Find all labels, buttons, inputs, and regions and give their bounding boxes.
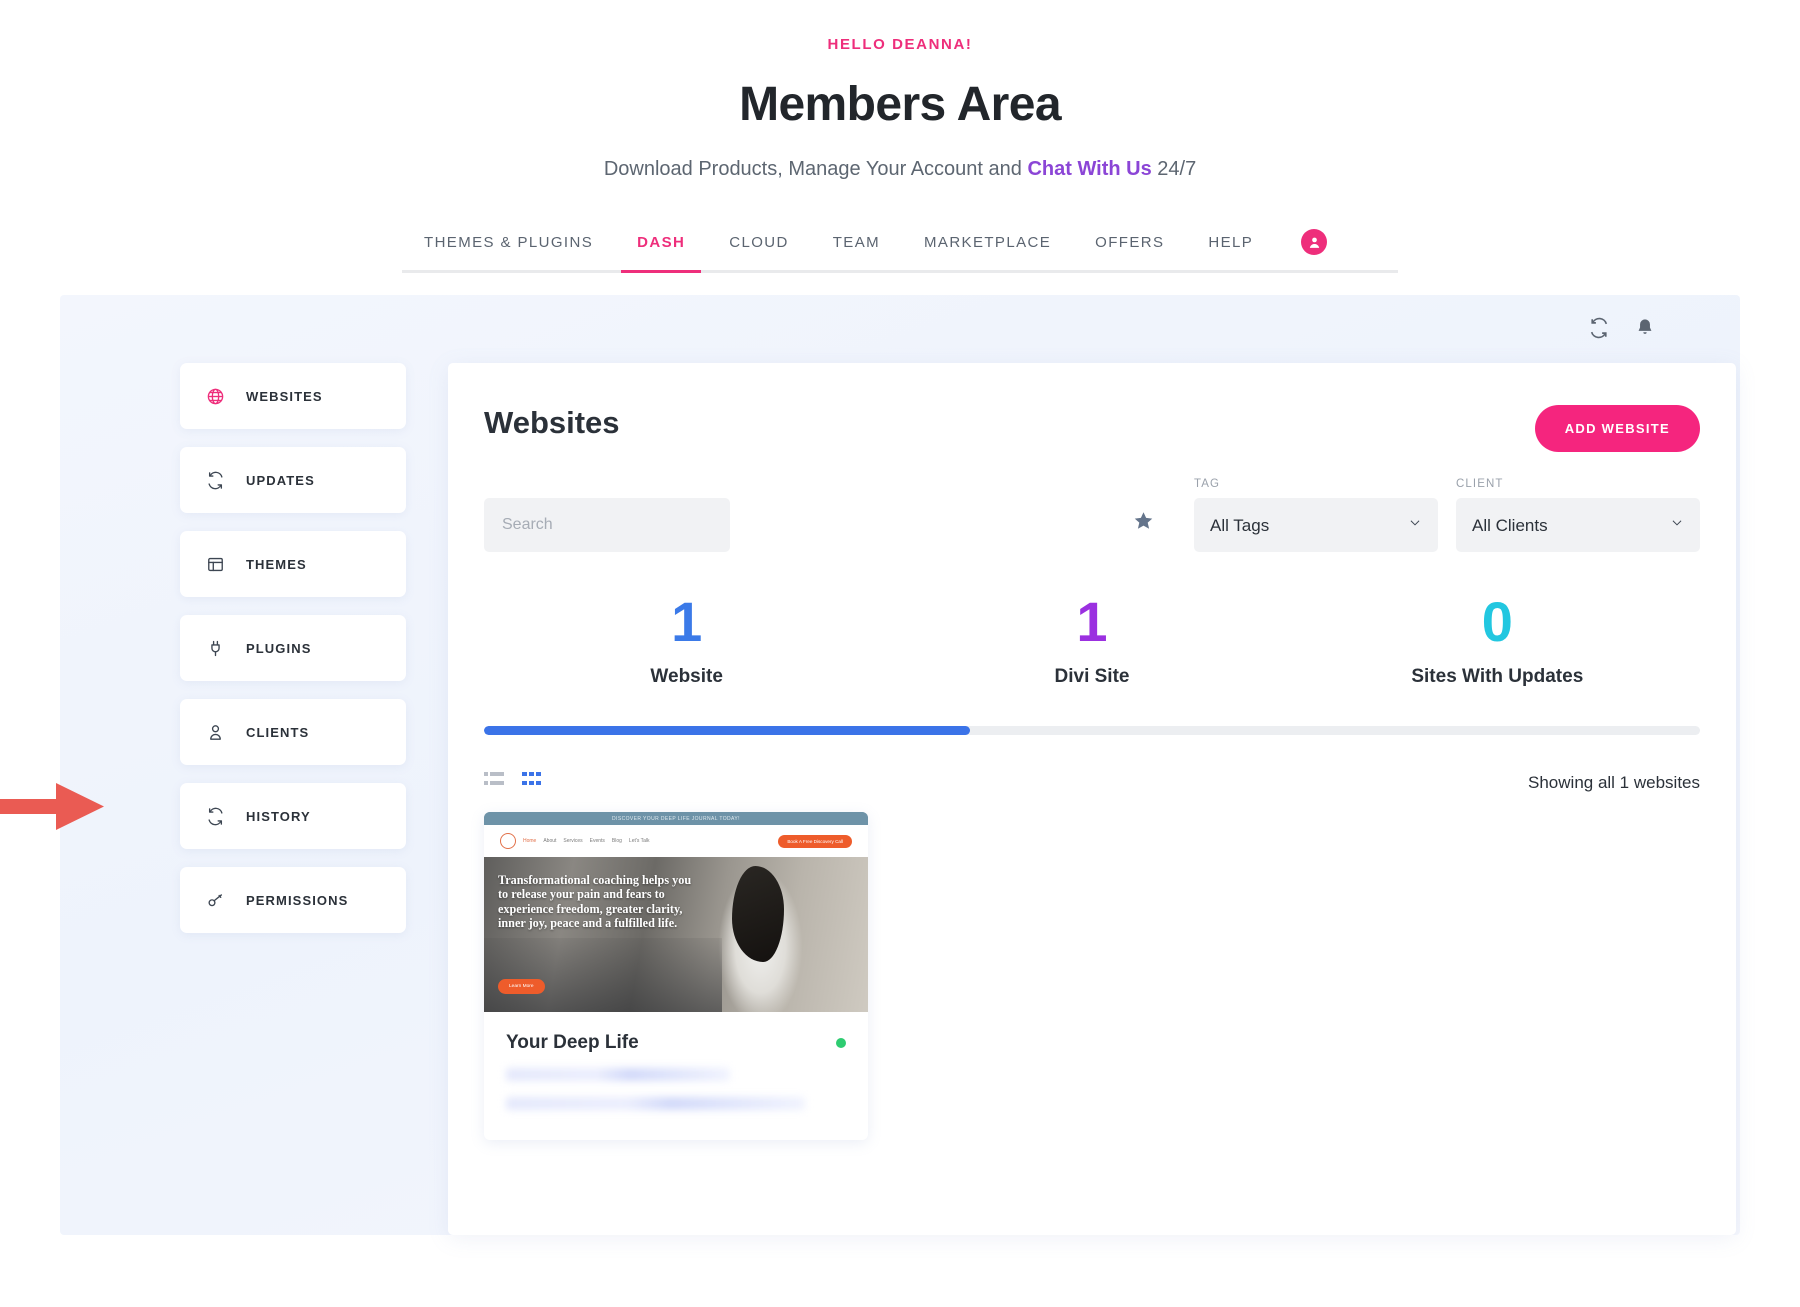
sidebar-item-label: UPDATES	[246, 473, 315, 488]
subtitle-suffix: 24/7	[1152, 158, 1196, 180]
view-toggle-group	[484, 771, 544, 794]
main-navigation: THEMES & PLUGINS DASH CLOUD TEAM MARKETP…	[402, 229, 1398, 273]
website-meta-blurred	[506, 1068, 730, 1081]
red-arrow-icon	[0, 770, 108, 847]
thumbnail-logo-icon	[500, 833, 516, 849]
thumbnail-navbar: Home About Services Events Blog Let's Ta…	[484, 825, 868, 857]
window-icon	[202, 555, 228, 574]
tag-filter-label: TAG	[1194, 478, 1438, 490]
list-controls: Showing all 1 websites	[484, 771, 1700, 794]
stat-label: Website	[484, 666, 889, 688]
dashboard-toolbar	[1588, 317, 1656, 344]
website-name: Your Deep Life	[506, 1032, 639, 1054]
subtitle-prefix: Download Products, Manage Your Account a…	[604, 158, 1028, 180]
sidebar-item-themes[interactable]: THEMES	[180, 531, 406, 597]
websites-panel: Websites ADD WEBSITE TAG All Tags	[448, 363, 1736, 1235]
user-icon	[202, 723, 228, 742]
client-filter-label: CLIENT	[1456, 478, 1700, 490]
greeting-text: HELLO DEANNA!	[0, 36, 1800, 53]
showing-count-text: Showing all 1 websites	[1528, 773, 1700, 793]
nav-divider	[402, 270, 1398, 273]
thumbnail-person-figure	[732, 866, 784, 962]
sidebar-item-updates[interactable]: UPDATES	[180, 447, 406, 513]
thumbnail-nav-link: Blog	[612, 838, 622, 844]
website-card-body: Your Deep Life	[484, 1012, 868, 1140]
thumbnail-headline: Transformational coaching helps you to r…	[498, 873, 698, 930]
stat-divi-sites: 1 Divi Site	[889, 594, 1294, 688]
refresh-icon	[202, 807, 228, 826]
user-circle-icon[interactable]	[1301, 229, 1327, 255]
refresh-icon	[202, 471, 228, 490]
dashboard-app: WEBSITES UPDATES THEMES PLUGINS CLIENTS	[60, 295, 1740, 1235]
nav-active-indicator	[621, 270, 701, 273]
plug-icon	[202, 639, 228, 658]
website-card[interactable]: DISCOVER YOUR DEEP LIFE JOURNAL TODAY! H…	[484, 812, 868, 1140]
thumbnail-nav-link: Events	[590, 838, 605, 844]
tab-marketplace[interactable]: MARKETPLACE	[902, 234, 1073, 251]
add-website-button[interactable]: ADD WEBSITE	[1535, 405, 1700, 452]
thumbnail-announcement-text: DISCOVER YOUR DEEP LIFE JOURNAL TODAY!	[612, 816, 740, 822]
stats-row: 1 Website 1 Divi Site 0 Sites With Updat…	[484, 594, 1700, 688]
stat-websites: 1 Website	[484, 594, 889, 688]
search-input[interactable]	[484, 498, 730, 552]
website-url-blurred	[506, 1097, 805, 1110]
grid-view-icon[interactable]	[522, 771, 544, 794]
stat-sites-with-updates: 0 Sites With Updates	[1295, 594, 1700, 688]
websites-grid: DISCOVER YOUR DEEP LIFE JOURNAL TODAY! H…	[484, 812, 1700, 1140]
tag-filter: TAG All Tags	[1194, 478, 1438, 552]
stat-label: Sites With Updates	[1295, 666, 1700, 688]
thumbnail-nav-link: Home	[523, 838, 536, 844]
stat-value: 1	[889, 594, 1294, 650]
panel-title: Websites	[484, 405, 620, 441]
sidebar-item-permissions[interactable]: PERMISSIONS	[180, 867, 406, 933]
client-filter: CLIENT All Clients	[1456, 478, 1700, 552]
page-subtitle: Download Products, Manage Your Account a…	[0, 158, 1800, 181]
sidebar-item-label: HISTORY	[246, 809, 311, 824]
sidebar-item-label: THEMES	[246, 557, 307, 572]
tab-themes-plugins[interactable]: THEMES & PLUGINS	[402, 234, 615, 251]
thumbnail-hero: Transformational coaching helps you to r…	[484, 857, 868, 1012]
tab-team[interactable]: TEAM	[811, 234, 902, 251]
sidebar-item-label: PLUGINS	[246, 641, 311, 656]
sidebar-item-clients[interactable]: CLIENTS	[180, 699, 406, 765]
tab-help[interactable]: HELP	[1186, 234, 1275, 251]
globe-icon	[202, 387, 228, 406]
stat-value: 1	[484, 594, 889, 650]
sidebar-item-label: WEBSITES	[246, 389, 323, 404]
page-title: Members Area	[0, 77, 1800, 132]
thumbnail-nav-link: Services	[563, 838, 582, 844]
tag-filter-select[interactable]: All Tags	[1194, 498, 1438, 552]
client-filter-select[interactable]: All Clients	[1456, 498, 1700, 552]
progress-bar	[484, 726, 1700, 735]
thumbnail-nav-link: Let's Talk	[629, 838, 650, 844]
website-thumbnail: DISCOVER YOUR DEEP LIFE JOURNAL TODAY! H…	[484, 812, 868, 1012]
thumbnail-nav-link: About	[543, 838, 556, 844]
stat-value: 0	[1295, 594, 1700, 650]
key-icon	[202, 891, 228, 910]
sidebar-item-history[interactable]: HISTORY	[180, 783, 406, 849]
sidebar-item-label: CLIENTS	[246, 725, 309, 740]
filter-bar: TAG All Tags CLIENT All Clients	[484, 478, 1700, 552]
chat-with-us-link[interactable]: Chat With Us	[1027, 158, 1151, 180]
sidebar-item-websites[interactable]: WEBSITES	[180, 363, 406, 429]
panel-header: Websites ADD WEBSITE	[484, 405, 1700, 452]
thumbnail-announcement-bar: DISCOVER YOUR DEEP LIFE JOURNAL TODAY!	[484, 812, 868, 825]
progress-bar-fill	[484, 726, 970, 735]
sidebar-item-label: PERMISSIONS	[246, 893, 348, 908]
star-icon[interactable]	[1133, 510, 1154, 536]
status-badge	[836, 1038, 846, 1048]
tab-offers[interactable]: OFFERS	[1073, 234, 1186, 251]
thumbnail-hero-button: Learn More	[498, 979, 545, 994]
sidebar-item-plugins[interactable]: PLUGINS	[180, 615, 406, 681]
refresh-icon[interactable]	[1588, 317, 1610, 344]
thumbnail-cta-button: Book A Free Discovery Call	[778, 835, 852, 848]
dashboard-sidebar: WEBSITES UPDATES THEMES PLUGINS CLIENTS	[180, 363, 406, 933]
list-view-icon[interactable]	[484, 771, 506, 794]
tab-dash[interactable]: DASH	[615, 234, 707, 251]
bell-icon[interactable]	[1634, 317, 1656, 344]
stat-label: Divi Site	[889, 666, 1294, 688]
page-hero: HELLO DEANNA! Members Area Download Prod…	[0, 0, 1800, 181]
tab-cloud[interactable]: CLOUD	[707, 234, 811, 251]
